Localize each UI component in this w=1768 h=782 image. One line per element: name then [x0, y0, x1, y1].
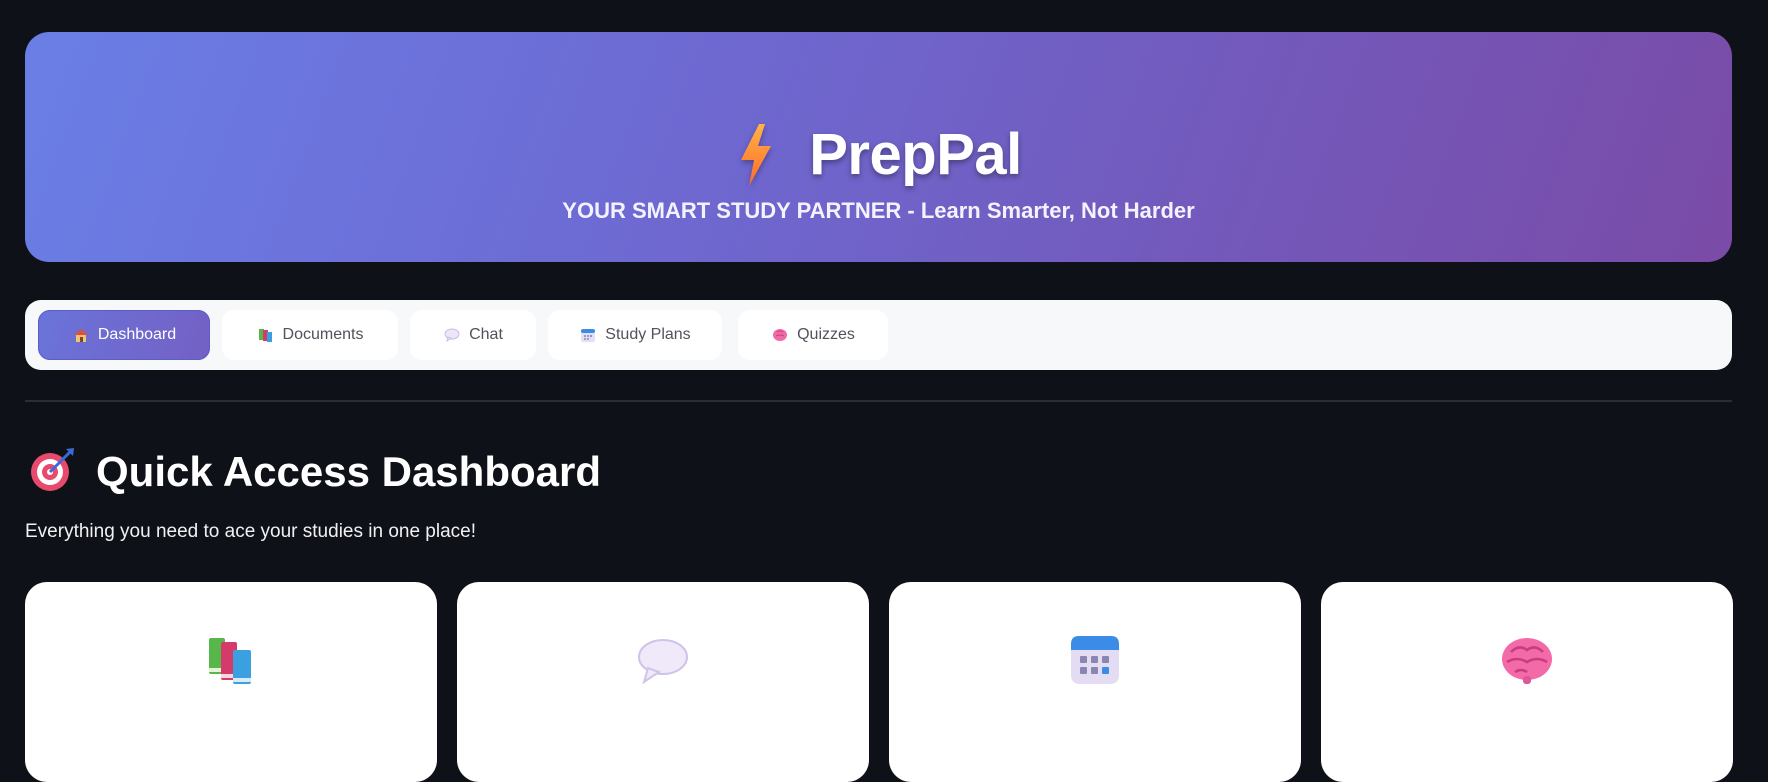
lightning-bolt-icon	[735, 124, 775, 186]
dashboard-subtitle: Everything you need to ace your studies …	[25, 521, 477, 542]
tab-dashboard[interactable]: Dashboard	[38, 310, 210, 360]
speech-bubble-icon	[443, 326, 461, 344]
brain-icon	[1499, 632, 1555, 688]
app-title: PrepPal	[809, 122, 1022, 187]
target-icon	[28, 444, 78, 499]
hero-title-row: PrepPal	[25, 120, 1732, 190]
tab-label: Dashboard	[97, 326, 177, 343]
books-icon	[257, 326, 275, 344]
quick-card-study-plans[interactable]	[889, 582, 1301, 782]
tab-study-plans[interactable]: Study Plans	[548, 310, 722, 360]
quick-card-quizzes[interactable]	[1321, 582, 1733, 782]
dashboard-header: Quick Access Dashboard	[28, 444, 601, 499]
tab-label: Study Plans	[605, 326, 691, 343]
books-icon	[203, 632, 259, 688]
quick-card-chat[interactable]	[457, 582, 869, 782]
app-tagline: YOUR SMART STUDY PARTNER - Learn Smarter…	[562, 198, 1195, 223]
tab-chat[interactable]: Chat	[410, 310, 536, 360]
tab-documents[interactable]: Documents	[222, 310, 398, 360]
quick-card-documents[interactable]	[25, 582, 437, 782]
speech-bubble-icon	[635, 632, 691, 688]
tab-bar: Dashboard Documents Chat Study Plans Qui…	[25, 300, 1732, 669]
dashboard-title: Quick Access Dashboard	[96, 447, 601, 495]
hero-banner: PrepPal YOUR SMART STUDY PARTNER - Learn…	[25, 32, 1732, 262]
tab-label: Chat	[469, 326, 503, 343]
brain-icon	[771, 326, 789, 344]
tab-quizzes[interactable]: Quizzes	[738, 310, 888, 360]
calendar-icon	[579, 326, 597, 344]
tab-label: Documents	[282, 326, 364, 343]
house-icon	[72, 326, 90, 344]
section-divider	[25, 400, 1732, 402]
calendar-icon	[1067, 632, 1123, 688]
tab-label: Quizzes	[797, 326, 855, 343]
